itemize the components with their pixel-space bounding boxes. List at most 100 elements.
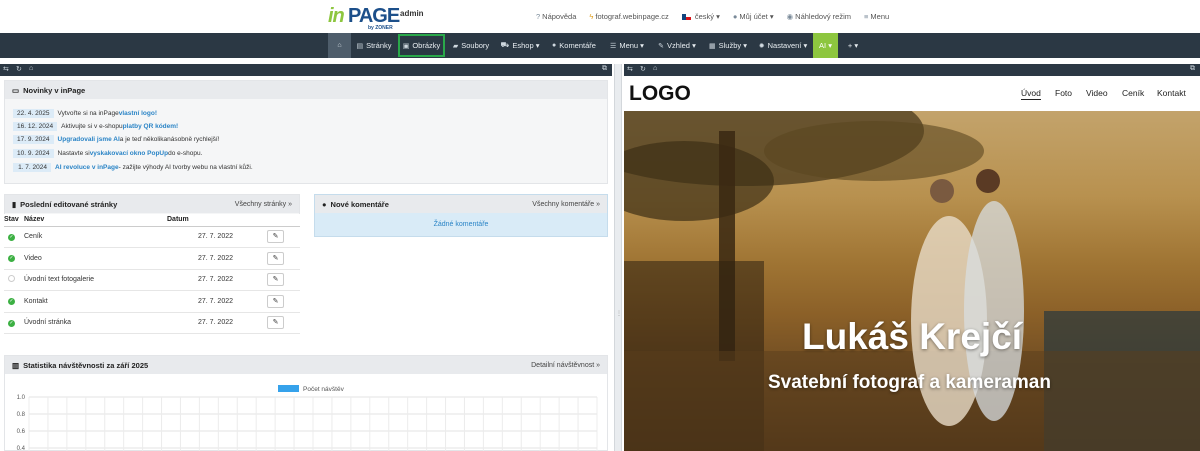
nav-home[interactable]: ⌂ <box>328 33 351 58</box>
nav-images[interactable]: ▣ Obrázky <box>398 34 445 57</box>
edit-pencil-icon[interactable]: ✎ <box>267 273 284 287</box>
logo-by-text: by ZONER <box>368 25 393 31</box>
home-icon[interactable]: ⌂ <box>29 65 33 72</box>
grid-icon: ▦ <box>709 42 716 50</box>
nav-menu[interactable]: ☰ Menu ▾ <box>604 33 650 58</box>
y-tick-label: 0.4 <box>17 446 26 451</box>
published-check-icon: ✓ <box>8 255 15 263</box>
bolt-icon: ϟ <box>589 12 594 21</box>
col-date: Datum <box>167 214 267 227</box>
chart-icon: ▥ <box>12 360 20 370</box>
image-icon: ▣ <box>402 42 410 50</box>
recent-pages-table: Stav Název Datum ✓ Ceník 27. 7. 2022 ✎ ✓ Vid… <box>4 214 300 334</box>
menu-link[interactable]: ≡ Menu <box>864 12 889 21</box>
legend-label: Počet návštěv <box>303 386 345 393</box>
table-row[interactable]: Úvodní text fotogalerie 27. 7. 2022 ✎ <box>4 269 300 291</box>
hero-illustration <box>624 111 1200 451</box>
eye-icon: ◉ <box>786 12 794 21</box>
cart-icon: ⛟ <box>500 42 510 49</box>
brush-icon: ✎ <box>658 42 665 50</box>
visits-chart: Počet návštěv 1.0 0.8 0.6 0.4 <box>17 385 598 451</box>
inpage-logo[interactable]: in PAGE by ZONER admin <box>328 5 424 31</box>
help-icon: ? <box>536 12 541 21</box>
detail-stats-link[interactable]: Detailní návštěvnost » <box>531 362 600 369</box>
panel-splitter[interactable]: ⋮ <box>614 64 622 451</box>
news-link[interactable]: platby QR kódem! <box>123 123 179 130</box>
home-icon: ⌂ <box>337 42 342 49</box>
site-header: LOGO Úvod Foto Video Ceník Kontakt <box>624 76 1200 111</box>
legend-swatch <box>278 385 299 392</box>
nav-pages[interactable]: ▤ Stránky <box>352 33 396 58</box>
refresh-icon[interactable]: ↻ <box>16 65 22 73</box>
edit-pencil-icon[interactable]: ✎ <box>267 230 284 244</box>
table-header-row: Stav Název Datum <box>4 214 300 227</box>
y-tick-label: 1.0 <box>17 395 26 401</box>
published-check-icon: ✓ <box>8 298 15 306</box>
nav-add[interactable]: + ▾ <box>840 33 866 58</box>
chart-grid: 1.0 0.8 0.6 0.4 <box>17 395 598 451</box>
gear-icon: ✹ <box>758 42 765 50</box>
site-menu-uvod[interactable]: Úvod <box>1021 88 1041 100</box>
nav-appearance[interactable]: ✎ Vzhled ▾ <box>652 33 702 58</box>
table-row[interactable]: ✓ Video 27. 7. 2022 ✎ <box>4 247 300 270</box>
published-check-icon: ✓ <box>8 233 15 241</box>
refresh-icon[interactable]: ↻ <box>640 65 646 73</box>
site-menu-cenik[interactable]: Ceník <box>1122 88 1144 98</box>
logo-in-text: in <box>328 5 345 27</box>
page-icon: ▤ <box>356 42 364 50</box>
recent-pages-header: ▮ Poslední editované stránky Všechny strán… <box>5 195 299 213</box>
edit-pencil-icon[interactable]: ✎ <box>267 316 284 330</box>
comment-icon: ● <box>552 42 557 49</box>
document-icon: ▮ <box>12 199 17 209</box>
unpublished-circle-icon <box>8 275 15 283</box>
site-preview: LOGO Úvod Foto Video Ceník Kontakt Lukáš… <box>624 76 1200 451</box>
help-link[interactable]: ? Nápověda <box>536 12 576 21</box>
edit-pencil-icon[interactable]: ✎ <box>267 294 284 308</box>
home-icon[interactable]: ⌂ <box>653 65 657 72</box>
news-icon: ▭ <box>12 85 20 95</box>
comments-box: ● Nové komentáře Všechny komentáře » Žádné… <box>314 194 608 237</box>
hero-photo: Lukáš Krejčí Svatební fotograf a kameram… <box>624 111 1200 451</box>
site-menu-kontakt[interactable]: Kontakt <box>1157 88 1186 98</box>
grip-icon: ⋮ <box>616 311 622 317</box>
table-row[interactable]: ✓ Kontakt 27. 7. 2022 ✎ <box>4 290 300 313</box>
stats-box: ▥ Statistika návštěvnosti za září 2025 Det… <box>4 355 608 451</box>
site-logo[interactable]: LOGO <box>629 82 691 106</box>
nav-ai[interactable]: AI ▾ <box>813 33 838 58</box>
nav-services[interactable]: ▦ Služby ▾ <box>704 33 752 58</box>
site-link[interactable]: ϟ fotograf.webinpage.cz <box>589 12 668 21</box>
preview-mode-link[interactable]: ◉ Náhledový režim <box>787 12 851 21</box>
edit-pencil-icon[interactable]: ✎ <box>267 251 284 265</box>
top-header: in PAGE by ZONER admin ? Nápověda ϟ fotogr… <box>0 0 1200 33</box>
news-link[interactable]: Upgradovali jsme AI <box>58 136 120 143</box>
popout-icon[interactable]: ⧉ <box>602 65 607 73</box>
header-links: ? Nápověda ϟ fotograf.webinpage.cz český ▾… <box>536 12 889 21</box>
language-dropdown[interactable]: český ▾ <box>681 12 720 21</box>
all-pages-link[interactable]: Všechny stránky » <box>235 201 292 208</box>
popout-icon[interactable]: ⧉ <box>1190 65 1195 73</box>
hero-headline: Lukáš Krejčí <box>802 316 1023 357</box>
table-row[interactable]: ✓ Úvodní stránka 27. 7. 2022 ✎ <box>4 312 300 334</box>
collapse-icon[interactable]: ⇆ <box>3 65 9 73</box>
nav-eshop[interactable]: ⛟ Eshop ▾ <box>497 33 543 58</box>
table-row[interactable]: ✓ Ceník 27. 7. 2022 ✎ <box>4 226 300 248</box>
account-dropdown[interactable]: ● Můj účet ▾ <box>733 12 774 21</box>
all-comments-link[interactable]: Všechny komentáře » <box>532 201 600 208</box>
news-link[interactable]: vlastní logo! <box>119 110 157 117</box>
collapse-icon[interactable]: ⇆ <box>627 65 633 73</box>
nav-settings[interactable]: ✹ Nastavení ▾ <box>754 33 812 58</box>
news-link[interactable]: vyskakovací okno PopUp <box>90 150 168 157</box>
news-link[interactable]: AI revoluce v inPage <box>55 164 119 171</box>
site-menu-video[interactable]: Video <box>1086 88 1108 98</box>
flag-cz-icon <box>681 14 691 21</box>
news-box: ▭ Novinky v inPage 22. 4. 2025 Vytvořte si… <box>4 80 608 184</box>
col-actions <box>267 214 300 227</box>
nav-comments[interactable]: ● Komentáře <box>546 33 602 58</box>
y-tick-label: 0.8 <box>17 412 26 418</box>
comment-icon: ● <box>322 199 327 209</box>
admin-label: admin <box>400 9 424 18</box>
news-item: 10. 9. 2024 Nastavte si vyskakovací okno … <box>13 147 202 159</box>
news-item: 22. 4. 2025 Vytvořte si na inPage vlastní… <box>13 107 157 119</box>
nav-files[interactable]: ▰ Soubory <box>448 33 494 58</box>
site-menu-foto[interactable]: Foto <box>1055 88 1072 98</box>
